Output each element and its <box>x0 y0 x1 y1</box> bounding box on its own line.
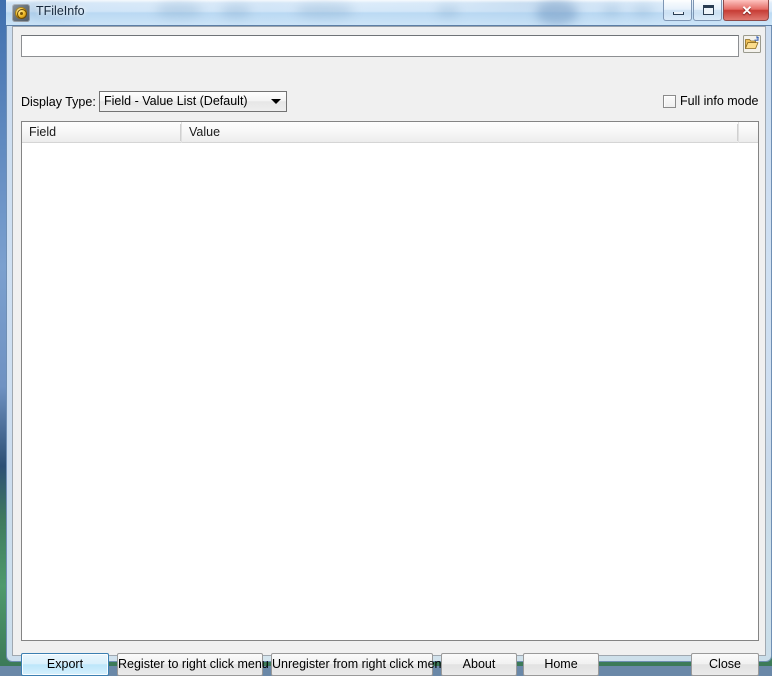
minimize-button[interactable] <box>663 0 692 21</box>
column-header-filler <box>739 122 758 143</box>
icon-center-dot <box>19 11 23 15</box>
unregister-button[interactable]: Unregister from right click menu <box>271 653 448 676</box>
maximize-button[interactable] <box>693 0 722 21</box>
dialog-client-area: Display Type: Field - Value List (Defaul… <box>12 26 766 676</box>
minimize-icon <box>673 12 684 15</box>
display-type-combobox[interactable]: Field - Value List (Default) <box>99 91 287 112</box>
checkbox-box[interactable] <box>663 94 676 108</box>
column-header-value[interactable]: Value <box>182 122 739 143</box>
titlebar-highlight <box>6 0 772 3</box>
chevron-down-icon <box>271 99 281 104</box>
glass-blur-artifact <box>296 4 354 18</box>
glass-blur-artifact <box>632 6 654 16</box>
listview-header: Field Value <box>22 122 758 143</box>
file-path-input[interactable] <box>21 35 739 57</box>
close-window-button[interactable]: ✕ <box>723 0 769 21</box>
glass-blur-artifact <box>156 3 202 18</box>
window-controls: ✕ <box>663 0 769 22</box>
glass-blur-artifact <box>602 6 622 16</box>
full-info-mode-label: Full info mode <box>680 94 759 108</box>
display-type-label: Display Type: <box>21 95 96 109</box>
application-window: TFileInfo ✕ Display Type: Field - Value … <box>6 0 772 676</box>
about-button[interactable]: About <box>441 653 517 676</box>
glass-blur-artifact <box>536 1 578 25</box>
register-button[interactable]: Register to right click menu <box>117 653 269 676</box>
column-header-field[interactable]: Field <box>22 122 182 143</box>
export-button[interactable]: Export <box>21 653 109 676</box>
close-button[interactable]: Close <box>691 653 759 676</box>
home-button[interactable]: Home <box>523 653 599 676</box>
display-type-selected-value: Field - Value List (Default) <box>104 94 248 108</box>
window-title: TFileInfo <box>36 4 85 18</box>
field-value-listview[interactable]: Field Value <box>21 121 759 641</box>
glass-blur-artifact <box>436 6 460 17</box>
listview-rows-container[interactable] <box>22 143 758 640</box>
title-bar[interactable]: TFileInfo ✕ <box>6 0 772 26</box>
open-folder-glyph <box>743 35 761 53</box>
glass-blur-artifact <box>221 5 251 18</box>
close-icon: ✕ <box>741 3 753 18</box>
maximize-icon <box>703 5 714 15</box>
open-folder-icon[interactable] <box>743 35 761 53</box>
full-info-mode-checkbox[interactable]: Full info mode <box>663 94 759 108</box>
app-target-icon[interactable] <box>12 4 30 22</box>
